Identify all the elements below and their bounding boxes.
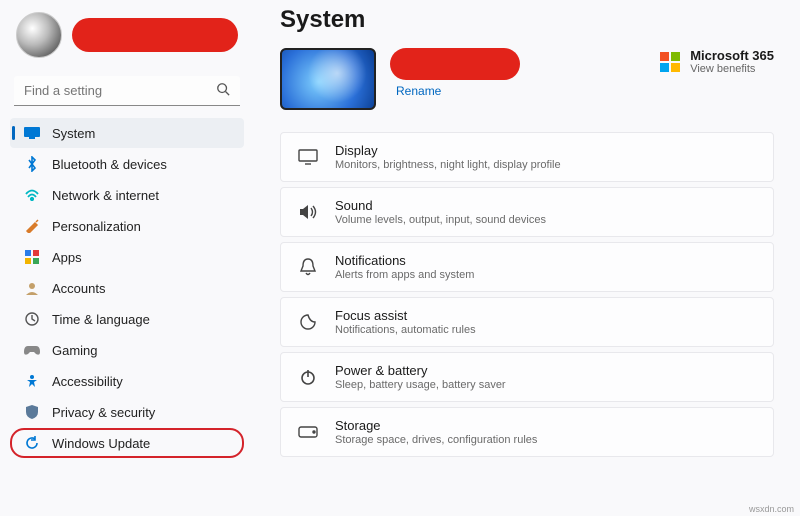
sidebar: System Bluetooth & devices Network & int… — [0, 0, 250, 516]
bluetooth-icon — [24, 156, 40, 172]
sidebar-item-privacy[interactable]: Privacy & security — [10, 397, 244, 427]
display-icon — [297, 149, 319, 165]
settings-list: Display Monitors, brightness, night ligh… — [280, 132, 774, 457]
microsoft-logo-icon — [660, 52, 680, 72]
storage-icon — [297, 426, 319, 438]
sidebar-item-accessibility[interactable]: Accessibility — [10, 366, 244, 396]
sidebar-item-label: Network & internet — [52, 188, 159, 203]
card-display[interactable]: Display Monitors, brightness, night ligh… — [280, 132, 774, 182]
profile-row — [10, 8, 244, 70]
sidebar-item-gaming[interactable]: Gaming — [10, 335, 244, 365]
windows-update-icon — [24, 435, 40, 451]
profile-name-redacted — [72, 18, 238, 52]
sidebar-nav: System Bluetooth & devices Network & int… — [10, 118, 244, 458]
device-name-redacted — [390, 48, 520, 80]
sidebar-item-bluetooth[interactable]: Bluetooth & devices — [10, 149, 244, 179]
card-subtitle: Alerts from apps and system — [335, 269, 474, 281]
power-icon — [297, 369, 319, 385]
watermark: wsxdn.com — [749, 504, 794, 514]
notifications-icon — [297, 258, 319, 276]
network-icon — [24, 187, 40, 203]
page-title: System — [280, 6, 774, 34]
device-thumbnail[interactable] — [280, 48, 376, 110]
sound-icon — [297, 204, 319, 220]
accessibility-icon — [24, 373, 40, 389]
search-box[interactable] — [14, 76, 240, 106]
ms365-tile[interactable]: Microsoft 365 View benefits — [660, 48, 774, 75]
card-subtitle: Monitors, brightness, night light, displ… — [335, 159, 561, 171]
avatar[interactable] — [16, 12, 62, 58]
accounts-icon — [24, 280, 40, 296]
card-focus-assist[interactable]: Focus assist Notifications, automatic ru… — [280, 297, 774, 347]
sidebar-item-system[interactable]: System — [10, 118, 244, 148]
sidebar-item-accounts[interactable]: Accounts — [10, 273, 244, 303]
card-title: Power & battery — [335, 363, 506, 378]
search-icon — [216, 82, 230, 99]
rename-link[interactable]: Rename — [396, 84, 520, 98]
card-title: Sound — [335, 198, 546, 213]
device-banner: Rename Microsoft 365 View benefits — [280, 48, 774, 110]
sidebar-item-label: Privacy & security — [52, 405, 155, 420]
sidebar-item-label: Accessibility — [52, 374, 123, 389]
ms365-subtitle: View benefits — [690, 63, 774, 75]
card-subtitle: Volume levels, output, input, sound devi… — [335, 214, 546, 226]
card-subtitle: Storage space, drives, configuration rul… — [335, 434, 537, 446]
sidebar-item-label: Bluetooth & devices — [52, 157, 167, 172]
time-language-icon — [24, 311, 40, 327]
ms365-title: Microsoft 365 — [690, 48, 774, 63]
system-icon — [24, 125, 40, 141]
sidebar-item-windows-update[interactable]: Windows Update — [10, 428, 244, 458]
sidebar-item-label: Windows Update — [52, 436, 150, 451]
card-notifications[interactable]: Notifications Alerts from apps and syste… — [280, 242, 774, 292]
search-input[interactable] — [24, 83, 216, 98]
focus-assist-icon — [297, 314, 319, 330]
card-title: Display — [335, 143, 561, 158]
privacy-icon — [24, 404, 40, 420]
card-power-battery[interactable]: Power & battery Sleep, battery usage, ba… — [280, 352, 774, 402]
sidebar-item-label: Accounts — [52, 281, 105, 296]
sidebar-item-label: System — [52, 126, 95, 141]
card-title: Storage — [335, 418, 537, 433]
sidebar-item-label: Gaming — [52, 343, 98, 358]
card-title: Notifications — [335, 253, 474, 268]
main-panel: System Rename Microsoft 365 View benefit… — [250, 0, 800, 516]
sidebar-item-label: Personalization — [52, 219, 141, 234]
sidebar-item-label: Time & language — [52, 312, 150, 327]
card-subtitle: Notifications, automatic rules — [335, 324, 476, 336]
card-subtitle: Sleep, battery usage, battery saver — [335, 379, 506, 391]
card-title: Focus assist — [335, 308, 476, 323]
sidebar-item-label: Apps — [52, 250, 82, 265]
sidebar-item-apps[interactable]: Apps — [10, 242, 244, 272]
sidebar-item-personalization[interactable]: Personalization — [10, 211, 244, 241]
sidebar-item-time-language[interactable]: Time & language — [10, 304, 244, 334]
card-sound[interactable]: Sound Volume levels, output, input, soun… — [280, 187, 774, 237]
sidebar-item-network[interactable]: Network & internet — [10, 180, 244, 210]
card-storage[interactable]: Storage Storage space, drives, configura… — [280, 407, 774, 457]
apps-icon — [24, 249, 40, 265]
personalization-icon — [24, 218, 40, 234]
gaming-icon — [24, 342, 40, 358]
